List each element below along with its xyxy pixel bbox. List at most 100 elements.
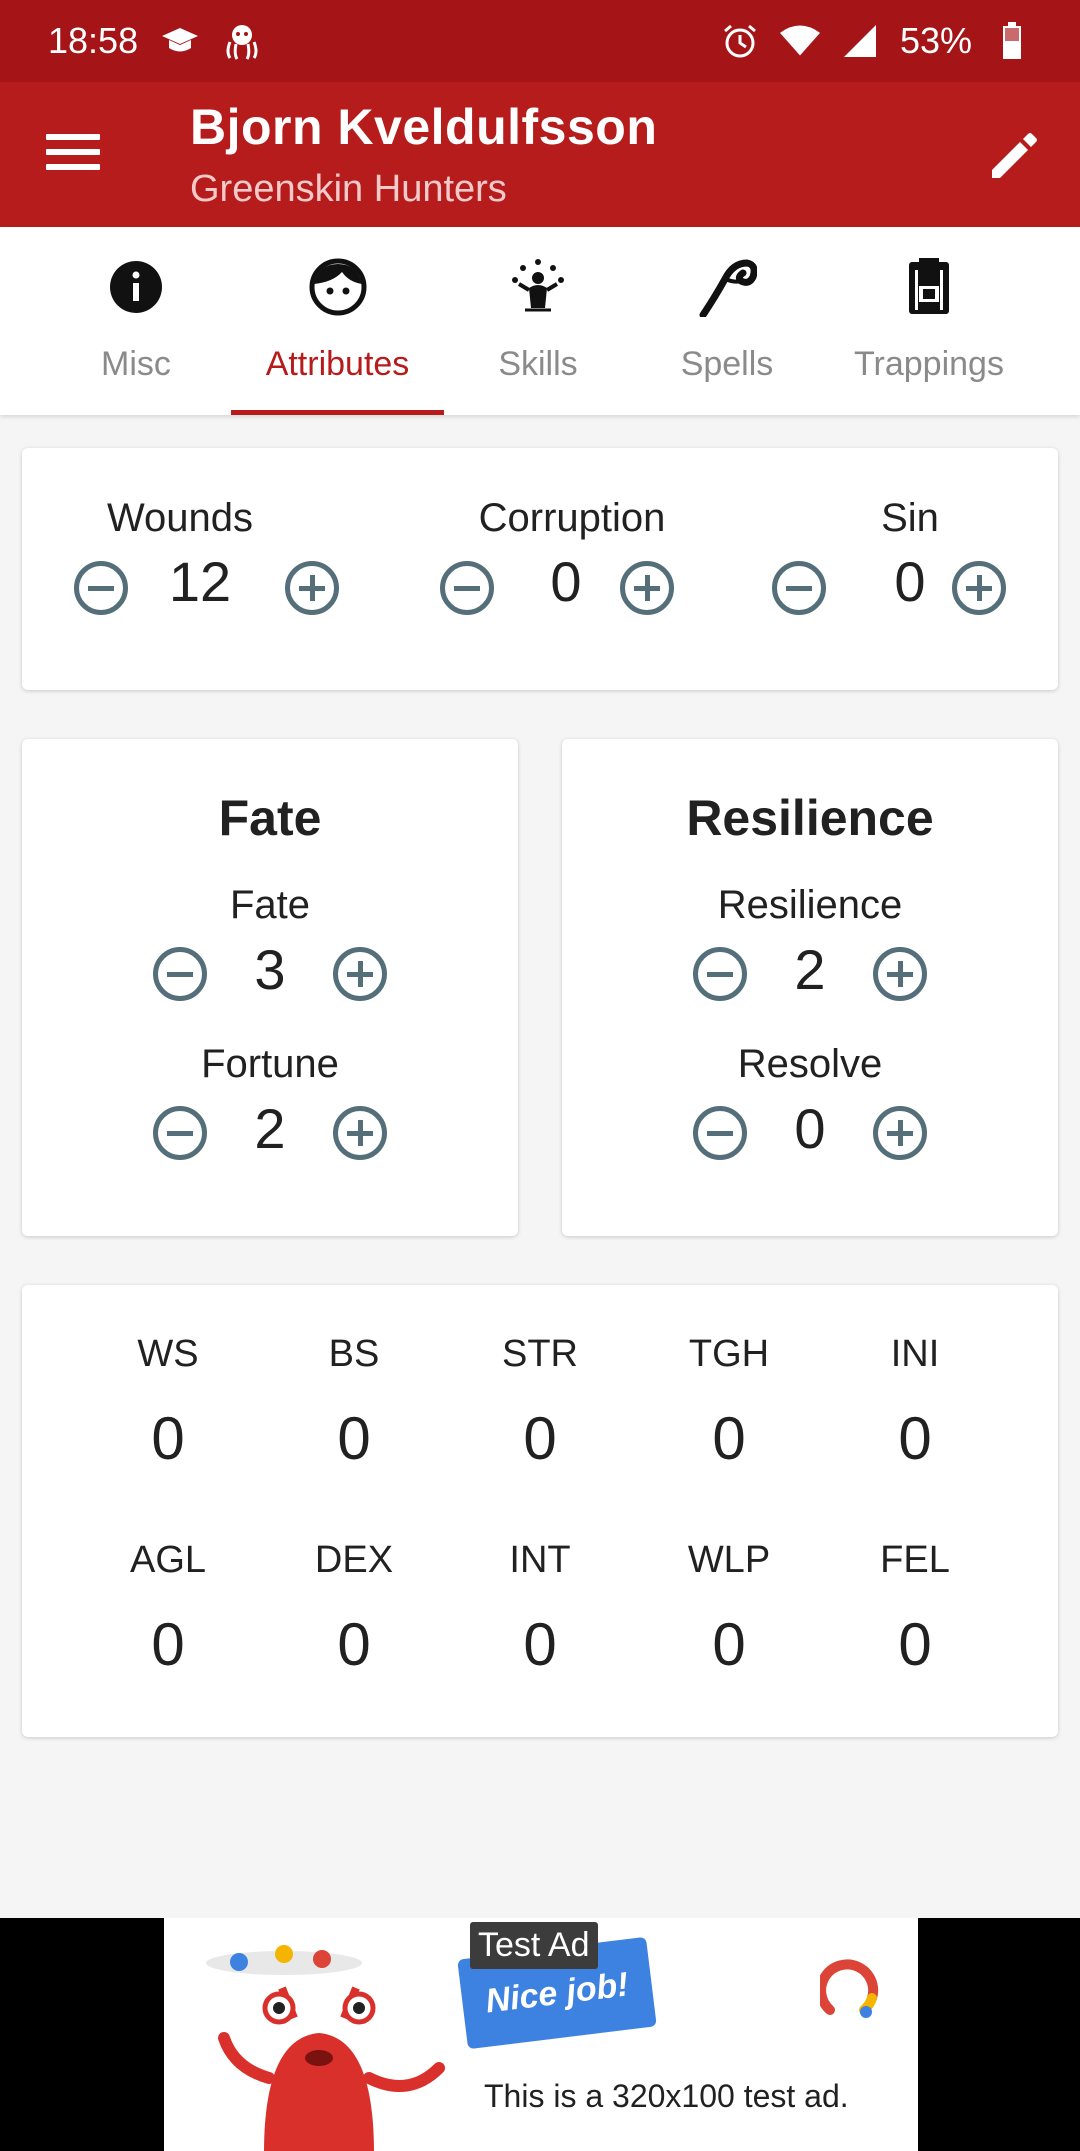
face-icon: [308, 257, 368, 317]
stat-dex: DEX 0: [264, 1539, 444, 1679]
stat-ini: INI 0: [825, 1333, 1005, 1473]
fate-decrement-button[interactable]: [153, 947, 207, 1001]
hamburger-menu-icon[interactable]: [46, 130, 100, 174]
wounds-label: Wounds: [106, 496, 253, 540]
stat-label: WS: [137, 1333, 199, 1375]
battery-icon: [992, 21, 1032, 61]
characteristics-card: WS 0 BS 0 STR 0 TGH 0 INI 0 AGL 0 DEX 0 …: [22, 1285, 1058, 1737]
tab-skills[interactable]: Skills: [444, 227, 632, 415]
resolve-value: 0: [794, 1097, 826, 1160]
wounds-decrement-button[interactable]: [74, 561, 128, 615]
stat-ws: WS 0: [78, 1333, 258, 1473]
wounds-counter: Wounds: [70, 496, 290, 541]
stat-value[interactable]: 0: [639, 1404, 819, 1473]
resolve-decrement-button[interactable]: [693, 1106, 747, 1160]
ad-logo-icon: [816, 1958, 882, 2020]
fate-panel-title: Fate: [218, 790, 322, 846]
wounds-increment-button[interactable]: [285, 561, 339, 615]
sin-label: Sin: [881, 496, 939, 540]
sin-increment-button[interactable]: [952, 561, 1006, 615]
stat-value[interactable]: 0: [78, 1404, 258, 1473]
stat-bs: BS 0: [264, 1333, 444, 1473]
tab-attributes[interactable]: Attributes: [231, 227, 444, 415]
stat-tgh: TGH 0: [639, 1333, 819, 1473]
fate-label: Fate: [229, 883, 311, 927]
battery-percent: 53%: [899, 20, 972, 61]
resilience-increment-button[interactable]: [873, 947, 927, 1001]
magic-swirl-icon: [697, 257, 757, 317]
stat-value[interactable]: 0: [825, 1610, 1005, 1679]
fortune-increment-button[interactable]: [333, 1106, 387, 1160]
stat-value[interactable]: 0: [639, 1610, 819, 1679]
stat-int: INT 0: [450, 1539, 630, 1679]
wifi-icon: [779, 21, 820, 61]
stat-value[interactable]: 0: [264, 1404, 444, 1473]
signal-icon: [840, 21, 880, 61]
resilience-decrement-button[interactable]: [693, 947, 747, 1001]
stat-value[interactable]: 0: [264, 1610, 444, 1679]
ad-banner-area: Test Ad Nice job! This is a 320x100 test…: [0, 1918, 1080, 2151]
stat-label: INT: [509, 1539, 571, 1581]
tab-spells[interactable]: Spells: [632, 227, 822, 415]
resolve-label: Resolve: [737, 1042, 883, 1086]
test-ad-badge: Test Ad: [470, 1922, 598, 1969]
stat-label: TGH: [688, 1333, 770, 1375]
stat-wlp: WLP 0: [639, 1539, 819, 1679]
corruption-decrement-button[interactable]: [440, 561, 494, 615]
stat-label: WLP: [687, 1539, 771, 1581]
stat-label: BS: [328, 1333, 380, 1375]
status-bar: 18:58 53%: [0, 0, 1080, 82]
tab-trappings[interactable]: Trappings: [822, 227, 1036, 415]
tab-bar: Misc Attributes Skills Spells Trappings: [0, 227, 1080, 415]
stat-str: STR 0: [450, 1333, 630, 1473]
stat-value[interactable]: 0: [825, 1404, 1005, 1473]
resilience-panel-title: Resilience: [686, 790, 934, 846]
active-tab-indicator: [231, 410, 444, 415]
stat-fel: FEL 0: [825, 1539, 1005, 1679]
corruption-counter: Corruption: [432, 496, 712, 541]
page-subtitle: Greenskin Hunters: [190, 168, 507, 210]
octopus-icon: [222, 21, 262, 61]
stat-label: DEX: [314, 1539, 394, 1581]
status-time: 18:58: [48, 20, 139, 61]
stat-value[interactable]: 0: [450, 1404, 630, 1473]
alarm-icon: [720, 21, 760, 61]
corruption-value: 0: [550, 550, 582, 613]
tab-label: Spells: [680, 345, 774, 383]
status-counters-card: Wounds 12 Corruption 0 Sin 0: [22, 448, 1058, 690]
sin-decrement-button[interactable]: [772, 561, 826, 615]
pencil-icon[interactable]: [984, 126, 1044, 186]
stat-label: AGL: [129, 1539, 207, 1581]
resilience-card: Resilience Resilience 2 Resolve 0: [562, 739, 1058, 1236]
ad-body-text: This is a 320x100 test ad.: [484, 2078, 849, 2114]
stat-label: FEL: [880, 1539, 950, 1581]
fortune-value: 2: [254, 1097, 286, 1160]
sin-counter: Sin: [800, 496, 1020, 541]
backpack-icon: [899, 257, 959, 317]
juggler-icon: [508, 257, 568, 317]
tab-label: Skills: [498, 345, 578, 383]
resolve-increment-button[interactable]: [873, 1106, 927, 1160]
sin-value: 0: [894, 550, 926, 613]
test-ad[interactable]: Test Ad Nice job! This is a 320x100 test…: [164, 1918, 918, 2151]
fortune-decrement-button[interactable]: [153, 1106, 207, 1160]
graduation-cap-icon: [160, 21, 200, 61]
page-title: Bjorn Kveldulfsson: [190, 99, 658, 155]
ad-monster-illustration: [194, 1928, 474, 2151]
wounds-value: 12: [168, 550, 232, 613]
stat-label: STR: [502, 1333, 578, 1375]
app-bar: Bjorn Kveldulfsson Greenskin Hunters: [0, 82, 1080, 227]
stat-value[interactable]: 0: [450, 1610, 630, 1679]
fate-increment-button[interactable]: [333, 947, 387, 1001]
resilience-label: Resilience: [717, 883, 903, 927]
stat-value[interactable]: 0: [78, 1610, 258, 1679]
corruption-label: Corruption: [478, 496, 666, 540]
tab-label: Trappings: [854, 345, 1004, 383]
fortune-label: Fortune: [201, 1042, 339, 1086]
stat-label: INI: [890, 1333, 940, 1375]
fate-card: Fate Fate 3 Fortune 2: [22, 739, 518, 1236]
tab-label: Attributes: [265, 345, 410, 383]
stat-agl: AGL 0: [78, 1539, 258, 1679]
resilience-value: 2: [794, 938, 826, 1001]
corruption-increment-button[interactable]: [620, 561, 674, 615]
